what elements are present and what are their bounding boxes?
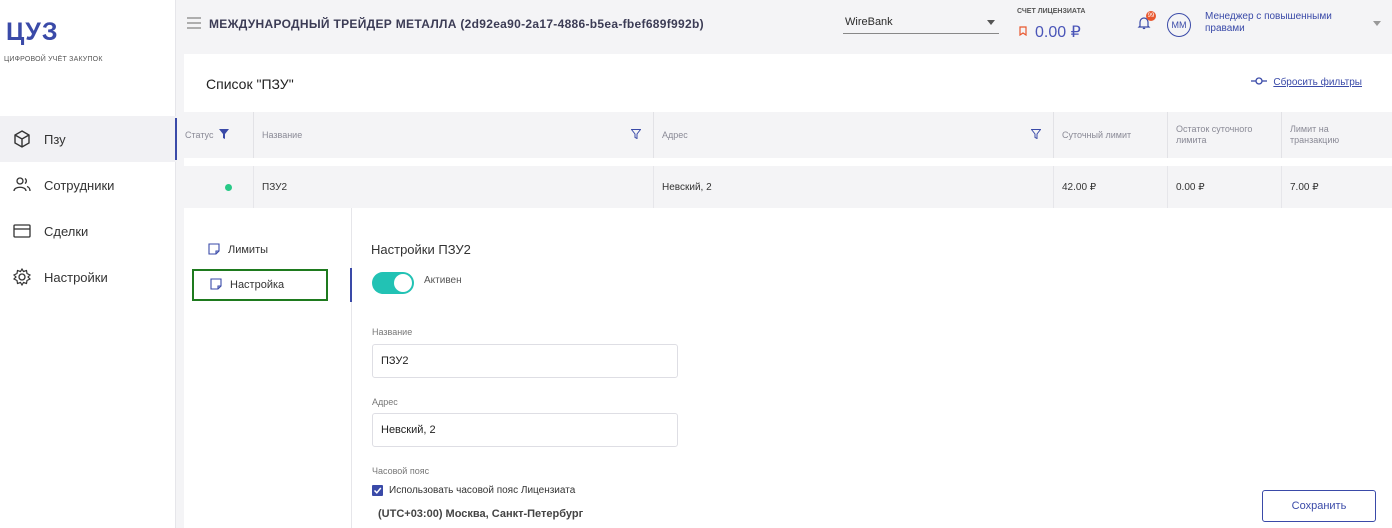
save-button[interactable]: Сохранить xyxy=(1262,490,1376,522)
col-daily-remaining[interactable]: Остаток суточного лимита xyxy=(1167,112,1281,158)
tab-settings-label: Настройка xyxy=(230,279,285,291)
company-title: МЕЖДУНАРОДНЫЙ ТРЕЙДЕР МЕТАЛЛА (2d92ea90-… xyxy=(209,17,704,31)
status-active-dot xyxy=(225,183,232,191)
sidebar-nav: Пзу Сотрудники Сделки Настройки xyxy=(0,116,177,300)
col-status[interactable]: Статус xyxy=(177,112,253,158)
cell-tx-limit: 7.00 ₽ xyxy=(1281,166,1392,208)
sidebar-item-pzu[interactable]: Пзу xyxy=(0,116,177,162)
cell-address: Невский, 2 xyxy=(653,166,1053,208)
page-title: Список "ПЗУ" xyxy=(206,76,294,92)
timezone-checkbox-row[interactable]: Использовать часовой пояс Лицензиата xyxy=(372,485,575,496)
filter-icon[interactable] xyxy=(630,129,642,141)
cell-name: ПЗУ2 xyxy=(253,166,653,208)
app-logo[interactable]: ЦУЗ xyxy=(6,18,58,47)
timezone-label: Часовой пояс xyxy=(372,466,430,476)
col-daily-limit[interactable]: Суточный лимит xyxy=(1053,112,1167,158)
users-icon xyxy=(10,173,34,197)
cell-daily-limit: 42.00 ₽ xyxy=(1053,166,1167,208)
col-daily-remaining-label: Остаток суточного лимита xyxy=(1176,124,1253,145)
col-name[interactable]: Название xyxy=(253,112,653,158)
sidebar-item-employees[interactable]: Сотрудники xyxy=(0,162,176,208)
sidebar: ЦУЗ ЦИФРОВОЙ УЧЁТ ЗАКУПОК Пзу Сотрудники… xyxy=(0,0,177,528)
settings-title: Настройки ПЗУ2 xyxy=(371,242,471,257)
active-tab-indicator xyxy=(350,268,352,302)
bank-select[interactable]: WireBank xyxy=(843,12,999,34)
reset-filters-link[interactable]: Сбросить фильтры xyxy=(1251,77,1362,88)
tab-limits-label: Лимиты xyxy=(228,244,269,256)
bookmark-icon xyxy=(1019,23,1027,41)
bank-select-value: WireBank xyxy=(845,16,893,28)
account-label: СЧЕТ ЛИЦЕНЗИАТА xyxy=(1017,8,1086,15)
col-address-label: Адрес xyxy=(662,130,688,140)
col-name-label: Название xyxy=(262,130,303,140)
filter-active-icon[interactable] xyxy=(219,129,230,141)
tab-settings[interactable]: Настройка xyxy=(192,269,328,301)
user-role[interactable]: Менеджер с повышенными правами xyxy=(1205,11,1355,35)
filter-icon[interactable] xyxy=(1030,129,1042,141)
col-tx-limit-label: Лимит на транзакцию xyxy=(1290,124,1340,145)
col-status-label: Статус xyxy=(185,130,214,140)
address-field-label: Адрес xyxy=(372,397,398,407)
col-address[interactable]: Адрес xyxy=(653,112,1053,158)
account-balance: 0.00 ₽ xyxy=(1019,22,1081,42)
sidebar-item-settings[interactable]: Настройки xyxy=(0,254,176,300)
gear-icon xyxy=(10,265,34,289)
notification-badge: 99 xyxy=(1146,11,1156,21)
active-toggle[interactable] xyxy=(372,272,414,294)
col-tx-limit[interactable]: Лимит на транзакцию xyxy=(1281,112,1392,158)
table-header: Статус Название Адрес Суточный лимит Ост… xyxy=(177,112,1392,158)
avatar[interactable]: ММ xyxy=(1167,13,1191,37)
menu-icon[interactable] xyxy=(187,16,201,34)
filter-reset-icon xyxy=(1251,77,1268,88)
sidebar-item-label: Пзу xyxy=(44,131,66,147)
timezone-value: (UTC+03:00) Москва, Санкт-Петербург xyxy=(378,508,584,520)
app-tagline: ЦИФРОВОЙ УЧЁТ ЗАКУПОК xyxy=(4,56,103,63)
table-row[interactable]: ПЗУ2 Невский, 2 42.00 ₽ 0.00 ₽ 7.00 ₽ xyxy=(177,166,1392,208)
name-field[interactable]: ПЗУ2 xyxy=(372,344,678,378)
checkbox-checked[interactable] xyxy=(372,485,383,496)
chevron-down-icon[interactable] xyxy=(1373,21,1381,26)
cell-status xyxy=(177,166,253,208)
address-field[interactable]: Невский, 2 xyxy=(372,413,678,447)
cell-daily-remaining: 0.00 ₽ xyxy=(1167,166,1281,208)
cube-icon xyxy=(10,127,34,151)
note-icon xyxy=(210,277,222,293)
detail-tabs: Лимиты Настройка xyxy=(184,208,352,528)
active-toggle-label: Активен xyxy=(424,275,462,286)
sidebar-item-label: Настройки xyxy=(44,269,108,285)
detail-panel: Лимиты Настройка Настройки ПЗУ2 Активен … xyxy=(184,208,1392,528)
sidebar-item-label: Сотрудники xyxy=(44,177,115,193)
col-daily-limit-label: Суточный лимит xyxy=(1062,130,1132,140)
sidebar-item-label: Сделки xyxy=(44,223,89,239)
card-icon xyxy=(10,219,34,243)
name-field-label: Название xyxy=(372,327,413,337)
sidebar-item-deals[interactable]: Сделки xyxy=(0,208,176,254)
reset-filters-label: Сбросить фильтры xyxy=(1273,77,1362,88)
timezone-checkbox-label: Использовать часовой пояс Лицензиата xyxy=(389,485,576,496)
tab-limits[interactable]: Лимиты xyxy=(192,234,328,266)
chevron-down-icon xyxy=(987,20,995,25)
account-value: 0.00 ₽ xyxy=(1035,24,1081,41)
top-header: МЕЖДУНАРОДНЫЙ ТРЕЙДЕР МЕТАЛЛА (2d92ea90-… xyxy=(177,0,1392,48)
note-icon xyxy=(208,242,220,258)
